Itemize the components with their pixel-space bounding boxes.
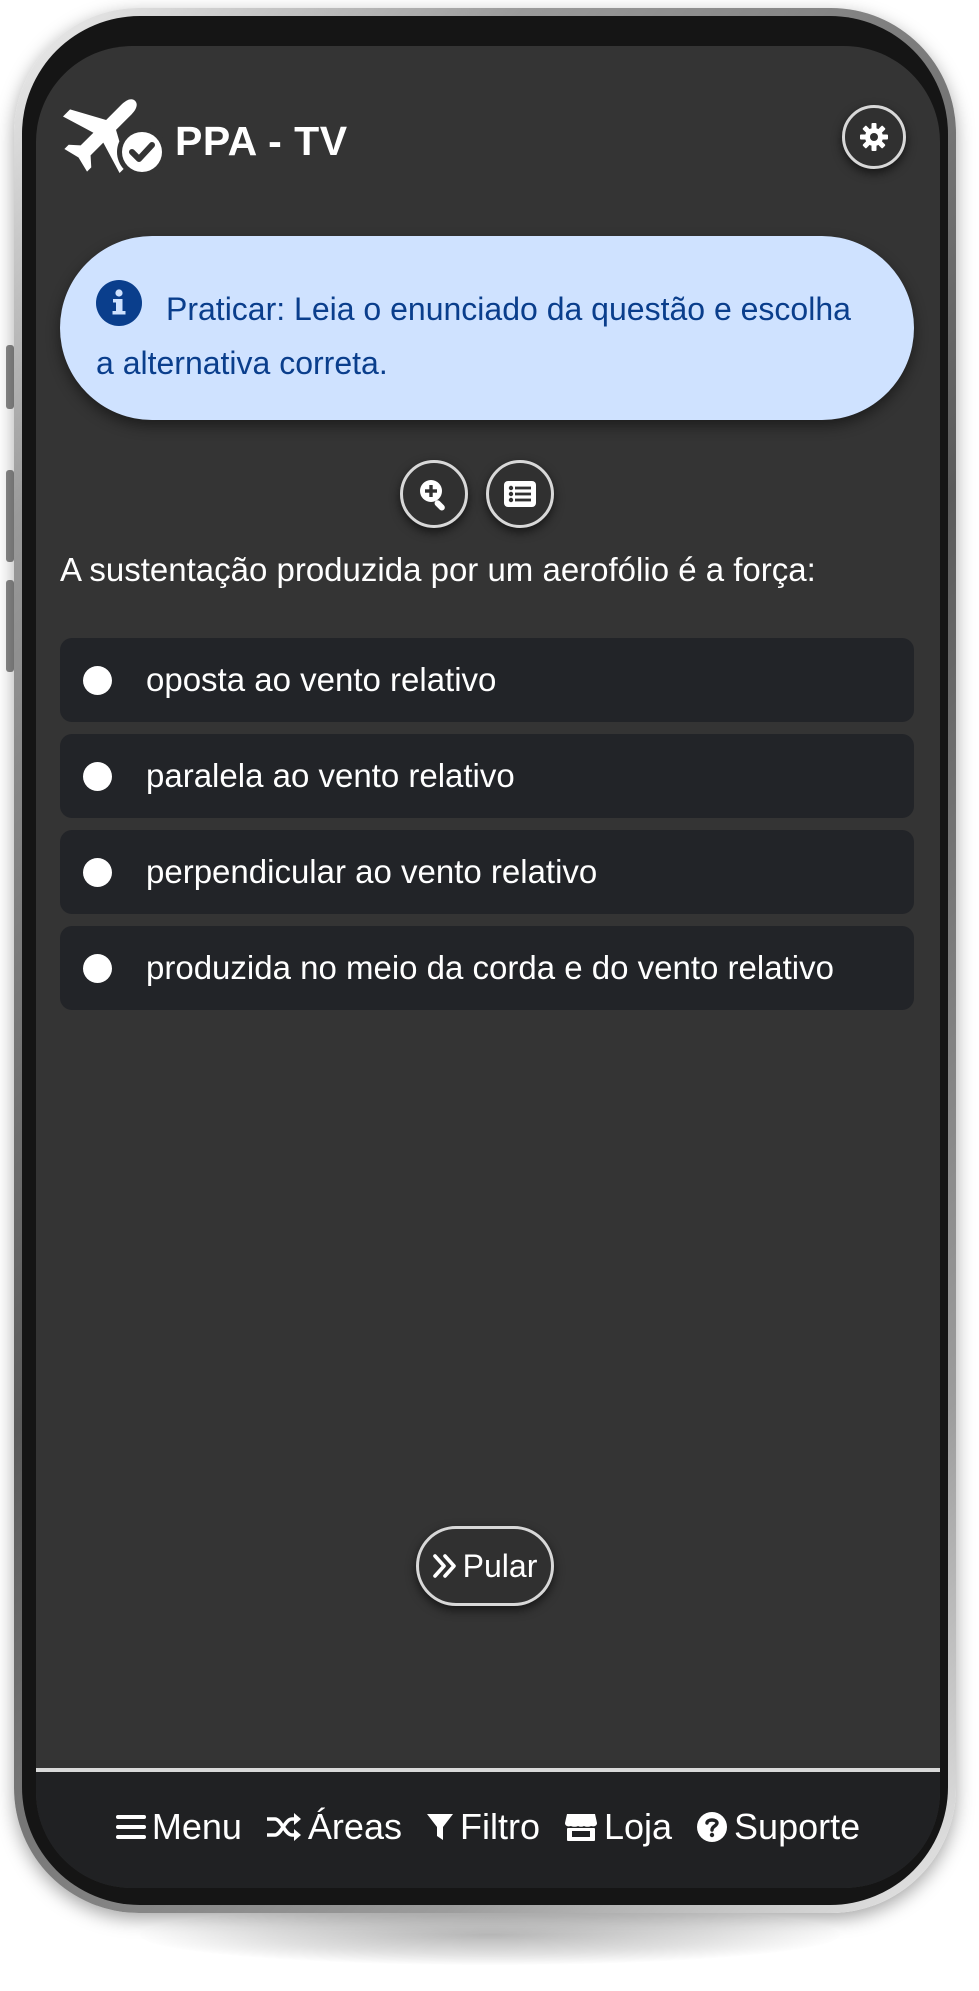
nav-support[interactable]: Suporte (696, 1806, 860, 1848)
skip-label: Pular (462, 1547, 538, 1584)
bars-icon (115, 1815, 146, 1839)
answer-option-label: paralela ao vento relativo (146, 757, 515, 794)
radio-button[interactable] (83, 857, 112, 887)
answer-option-label: produzida no meio da corda e do vento re… (146, 949, 834, 986)
phone-side-button (6, 345, 14, 409)
phone-floor-shadow (140, 1905, 840, 1965)
alert-text: Praticar: Leia o enunciado da questão e … (96, 291, 851, 381)
answer-option[interactable]: produzida no meio da corda e do vento re… (60, 926, 914, 1010)
answer-option-label: oposta ao vento relativo (146, 661, 497, 698)
phone-volume-down-button (6, 580, 14, 672)
nav-menu-label: Menu (151, 1806, 242, 1847)
question-circle-icon (697, 1812, 728, 1842)
filter-icon (426, 1814, 453, 1840)
answer-option[interactable]: perpendicular ao vento relativo (60, 830, 914, 914)
nav-areas-label: Áreas (307, 1806, 402, 1847)
shuffle-icon (266, 1813, 301, 1841)
practice-info-alert: Praticar: Leia o enunciado da questão e … (60, 236, 914, 420)
zoom-button[interactable] (400, 460, 468, 528)
app-screen: PPA - TV Praticar: Leia o enunciado da q… (36, 46, 940, 1888)
radio-button[interactable] (83, 953, 112, 983)
nav-support-label: Suporte (734, 1806, 861, 1847)
answer-option-label: perpendicular ao vento relativo (146, 853, 598, 890)
gear-icon (860, 123, 888, 151)
app-title: PPA - TV (175, 118, 348, 164)
question-text: A sustentação produzida por um aerofólio… (60, 551, 816, 588)
radio-button[interactable] (83, 761, 112, 791)
answer-option[interactable]: oposta ao vento relativo (60, 638, 914, 722)
bottom-nav: Menu Áreas Filtro Loja Suporte (36, 1772, 940, 1888)
list-button[interactable] (486, 460, 554, 528)
nav-areas[interactable]: Áreas (266, 1806, 402, 1848)
zoom-in-icon (420, 480, 445, 511)
phone-volume-up-button (6, 470, 14, 562)
app-logo (60, 84, 170, 184)
radio-button[interactable] (83, 665, 112, 695)
settings-button[interactable] (842, 105, 906, 169)
skip-button[interactable]: Pular (416, 1526, 554, 1606)
airplane-check-icon (62, 99, 167, 177)
info-icon (96, 280, 142, 326)
nav-store-label: Loja (603, 1806, 673, 1847)
store-icon (564, 1814, 597, 1841)
answer-option[interactable]: paralela ao vento relativo (60, 734, 914, 818)
nav-menu[interactable]: Menu (115, 1806, 242, 1848)
nav-filter-label: Filtro (459, 1806, 540, 1847)
list-alt-icon (504, 481, 536, 507)
nav-store[interactable]: Loja (564, 1806, 672, 1848)
nav-filter[interactable]: Filtro (426, 1806, 540, 1848)
double-chevron-right-icon (432, 1554, 456, 1578)
